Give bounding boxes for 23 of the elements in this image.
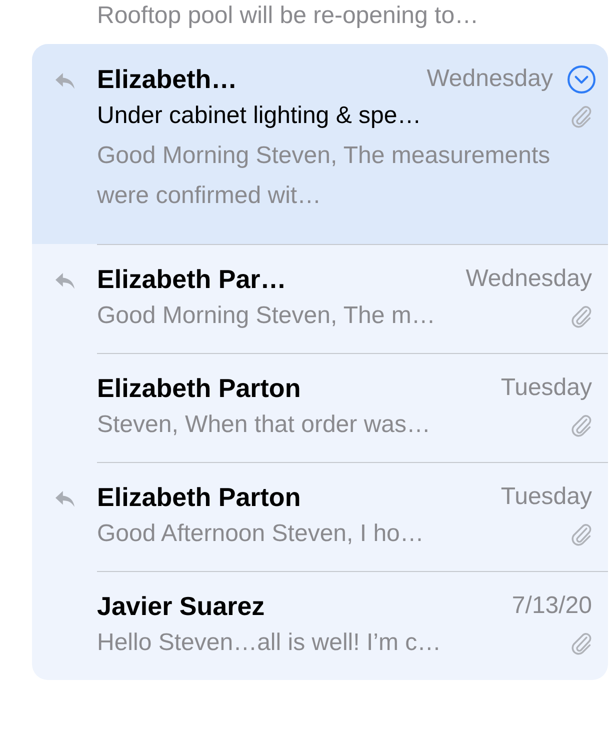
chevron-down-icon[interactable] [567,64,596,94]
sender-name: Elizabeth… [97,63,238,96]
message-date: Wednesday [466,265,592,293]
message-subject: Under cabinet lighting & spe… [97,101,422,131]
message-preview: Good Afternoon Steven, I ho… [97,519,425,549]
message-date: Tuesday [500,483,592,511]
message-preview: Steven, When that order was… [97,410,432,440]
sender-name: Elizabeth Par… [97,263,288,296]
message-date: Wednesday [426,65,553,93]
message-date: 7/13/20 [512,592,592,620]
message-item[interactable]: Javier Suarez 7/13/20 Hello Steven…all is well! I’m c… [32,571,608,680]
message-item[interactable]: Elizabeth Parton Tuesday Steven, When that order was… [32,353,608,462]
sender-name: Elizabeth Parton [97,372,302,405]
sender-name: Elizabeth Parton [97,481,302,514]
message-preview: Good Morning Steven, The m… [97,301,436,331]
message-date: Tuesday [500,374,592,402]
message-item[interactable]: Elizabeth Par… Wednesday Good Morning Steven, The m… [32,244,608,353]
message-preview: Rooftop pool will be re-opening to… [97,1,479,31]
message-preview: Hello Steven…all is well! I’m c… [97,628,442,658]
message-preview: Good Morning Steven, The measurements were confirmed wit… [97,141,552,211]
sender-name: Javier Suarez [97,590,266,623]
message-item[interactable]: Elizabeth… Wednesday Under cabinet lighting & spe… Good Morning Steven, The measurements were confirmed wit… [32,44,608,244]
message-item[interactable]: Elizabeth Parton Tuesday Good Afternoon Steven, I ho… [32,462,608,571]
